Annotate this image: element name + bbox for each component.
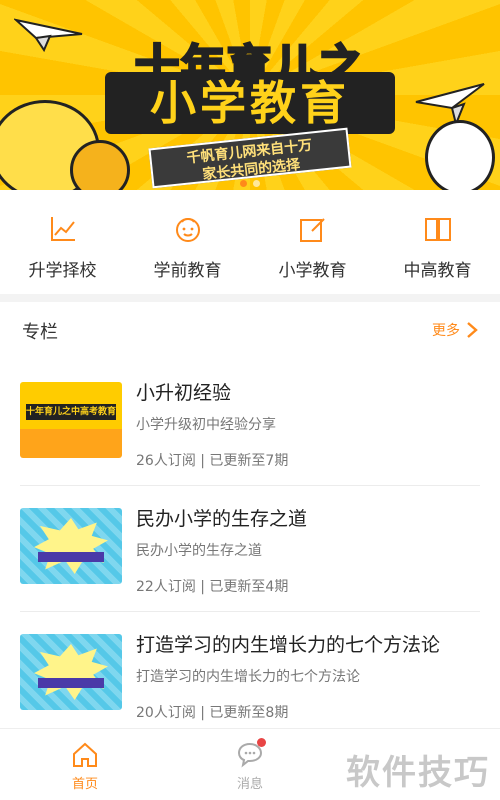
category-nav: 升学择校 学前教育 小学教育 中高教育 [0,190,500,294]
watermark-text: 软件技巧 [346,753,490,793]
carousel-dot[interactable] [253,180,260,187]
section-divider [0,294,500,302]
item-subtitle: 打造学习的内生增长力的七个方法论 [136,669,360,685]
item-thumbnail [20,508,122,584]
tab-label: 消息 [236,777,263,792]
list-item[interactable]: 打造学习的内生增长力的七个方法论 打造学习的内生增长力的七个方法论 20人订阅 … [20,612,480,738]
home-icon [73,742,97,767]
carousel-dot-active[interactable] [240,180,247,187]
book-icon [424,218,451,241]
edit-note-icon [299,218,325,242]
item-subtitle: 小学升级初中经验分享 [136,417,276,433]
banner-title-main: 小学教育 [105,72,395,134]
item-title: 小升初经验 [136,382,232,404]
item-title: 民办小学的生存之道 [136,508,308,530]
tab-messages[interactable]: 消息 [210,738,290,792]
category-label: 中高教育 [403,261,472,281]
thumbnail-band [38,678,104,688]
more-link[interactable]: 更多 [432,320,478,340]
category-label: 小学教育 [278,261,347,281]
paper-plane-icon [415,83,485,126]
promo-banner[interactable]: 十年育儿之 小学教育 千帆育儿网来自十万 家长共同的选择 [0,0,500,190]
category-shengxue[interactable]: 升学择校 [0,190,125,294]
tab-home[interactable]: 首页 [45,741,125,792]
tab-label: 首页 [71,777,98,792]
category-label: 升学择校 [28,261,97,281]
item-thumbnail: 十年育儿之中高考教育 [20,382,122,458]
line-chart-icon [50,217,75,241]
column-list: 十年育儿之中高考教育 小升初经验 小学升级初中经验分享 26人订阅 | 已更新至… [0,360,500,738]
item-title: 打造学习的内生增长力的七个方法论 [136,634,441,656]
more-label: 更多 [432,323,460,339]
thumbnail-burst [34,644,108,700]
category-zhonggao[interactable]: 中高教育 [375,190,500,294]
paper-plane-icon [14,18,83,53]
list-item[interactable]: 民办小学的生存之道 民办小学的生存之道 22人订阅 | 已更新至4期 [20,486,480,612]
thumbnail-title: 十年育儿之中高考教育 [26,404,116,420]
baby-face-icon [175,218,200,242]
category-label: 学前教育 [153,261,222,281]
thumbnail-band [38,552,104,562]
list-item[interactable]: 十年育儿之中高考教育 小升初经验 小学升级初中经验分享 26人订阅 | 已更新至… [20,360,480,486]
item-thumbnail [20,634,122,710]
item-meta: 22人订阅 | 已更新至4期 [136,579,289,595]
item-subtitle: 民办小学的生存之道 [136,543,262,559]
carousel-indicator [0,180,500,187]
thumbnail-burst [34,518,108,574]
chevron-right-icon [467,322,478,338]
item-meta: 20人订阅 | 已更新至8期 [136,705,289,721]
category-xueqian[interactable]: 学前教育 [125,190,250,294]
unread-badge [257,738,266,747]
column-section-header: 专栏 更多 [0,302,500,358]
section-title: 专栏 [22,322,58,343]
category-xiaoxue[interactable]: 小学教育 [250,190,375,294]
item-meta: 26人订阅 | 已更新至7期 [136,453,289,469]
